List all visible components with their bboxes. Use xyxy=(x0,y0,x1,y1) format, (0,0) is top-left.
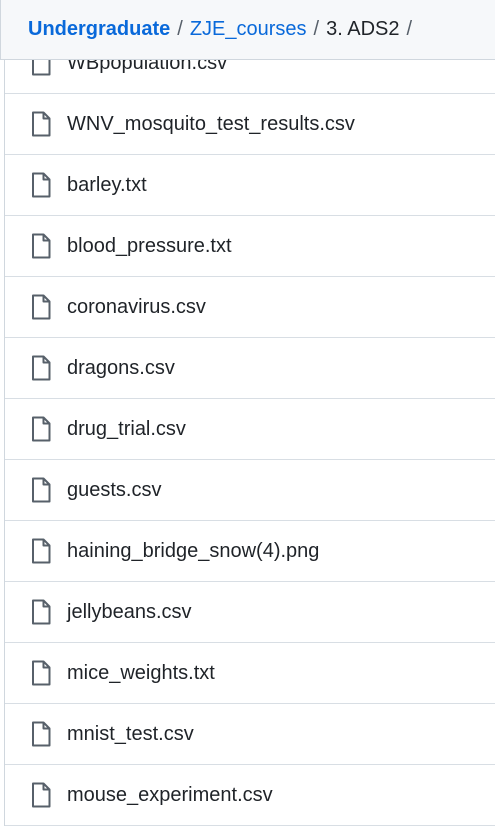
breadcrumb-separator: / xyxy=(406,18,413,40)
breadcrumb-separator: / xyxy=(313,18,320,40)
file-icon xyxy=(32,233,51,259)
file-name[interactable]: guests.csv xyxy=(67,479,161,502)
file-row[interactable]: barley.txt xyxy=(5,155,495,216)
breadcrumb-separator: / xyxy=(177,18,183,40)
file-name[interactable]: mice_weights.txt xyxy=(67,662,215,685)
file-row[interactable]: mnist_test.csv xyxy=(5,704,495,765)
file-icon xyxy=(32,294,51,320)
breadcrumb-link-undergraduate[interactable]: Undergraduate xyxy=(28,18,170,41)
breadcrumb: Undergraduate / ZJE_courses / 3. ADS2 / xyxy=(0,0,495,60)
file-row[interactable]: WNV_mosquito_test_results.csv xyxy=(5,94,495,155)
file-row[interactable]: mice_weights.txt xyxy=(5,643,495,704)
breadcrumb-link-zje-courses[interactable]: ZJE_courses xyxy=(190,18,307,41)
file-row[interactable]: jellybeans.csv xyxy=(5,582,495,643)
file-name[interactable]: barley.txt xyxy=(67,174,147,197)
file-icon xyxy=(32,416,51,442)
file-row[interactable]: coronavirus.csv xyxy=(5,277,495,338)
file-row[interactable]: haining_bridge_snow(4).png xyxy=(5,521,495,582)
breadcrumb-current-folder: 3. ADS2 xyxy=(326,18,400,40)
file-name[interactable]: jellybeans.csv xyxy=(67,601,192,624)
file-icon xyxy=(32,660,51,686)
file-row[interactable]: blood_pressure.txt xyxy=(5,216,495,277)
file-row[interactable]: dragons.csv xyxy=(5,338,495,399)
file-icon xyxy=(32,782,51,808)
file-name[interactable]: coronavirus.csv xyxy=(67,296,206,319)
file-name[interactable]: dragons.csv xyxy=(67,357,175,380)
file-name[interactable]: haining_bridge_snow(4).png xyxy=(67,540,319,563)
file-name[interactable]: blood_pressure.txt xyxy=(67,235,232,258)
file-icon xyxy=(32,599,51,625)
file-name[interactable]: mouse_experiment.csv xyxy=(67,784,273,807)
file-name[interactable]: drug_trial.csv xyxy=(67,418,186,441)
file-name[interactable]: mnist_test.csv xyxy=(67,723,194,746)
file-icon xyxy=(32,172,51,198)
file-row[interactable]: mouse_experiment.csv xyxy=(5,765,495,826)
file-icon xyxy=(32,355,51,381)
file-icon xyxy=(32,477,51,503)
file-row[interactable]: guests.csv xyxy=(5,460,495,521)
file-list: WBpopulation.csv WNV_mosquito_test_resul… xyxy=(4,33,495,826)
file-icon xyxy=(32,721,51,747)
file-row[interactable]: drug_trial.csv xyxy=(5,399,495,460)
file-icon xyxy=(32,111,51,137)
file-icon xyxy=(32,538,51,564)
file-name[interactable]: WNV_mosquito_test_results.csv xyxy=(67,113,355,136)
